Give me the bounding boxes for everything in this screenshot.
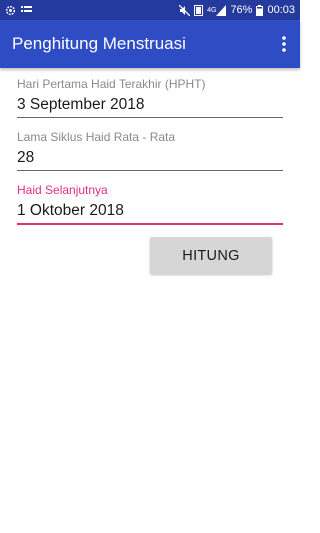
app-bar: Penghitung Menstruasi — [0, 20, 300, 68]
next-period-underline — [17, 223, 283, 225]
battery-icon — [256, 4, 264, 16]
status-bar: 4G 76% 00:03 — [0, 0, 300, 20]
next-period-label: Haid Selanjutnya — [17, 183, 108, 197]
next-period-field[interactable]: Haid Selanjutnya 1 Oktober 2018 — [17, 183, 283, 225]
hpht-field[interactable]: Hari Pertama Haid Terakhir (HPHT) 3 Sept… — [17, 77, 283, 118]
hpht-value[interactable]: 3 September 2018 — [17, 93, 283, 117]
next-period-value[interactable]: 1 Oktober 2018 — [17, 199, 283, 223]
settings-cog-icon — [5, 5, 16, 16]
network-type: 4G — [207, 6, 217, 14]
list-icon — [21, 5, 32, 15]
clock: 00:03 — [267, 4, 295, 16]
signal-icon: 4G — [207, 4, 227, 16]
hpht-label: Hari Pertama Haid Terakhir (HPHT) — [17, 77, 206, 91]
battery-percent: 76% — [230, 4, 253, 16]
cycle-length-value[interactable]: 28 — [17, 146, 283, 170]
data-icon — [194, 4, 204, 16]
calculate-button[interactable]: HITUNG — [150, 237, 272, 274]
hpht-underline — [17, 117, 283, 118]
mute-icon — [179, 4, 191, 16]
cycle-length-label: Lama Siklus Haid Rata - Rata — [17, 130, 176, 144]
overflow-menu-icon[interactable] — [272, 20, 296, 68]
cycle-length-field[interactable]: Lama Siklus Haid Rata - Rata 28 — [17, 130, 283, 171]
cycle-length-underline — [17, 170, 283, 171]
app-title: Penghitung Menstruasi — [12, 34, 186, 53]
